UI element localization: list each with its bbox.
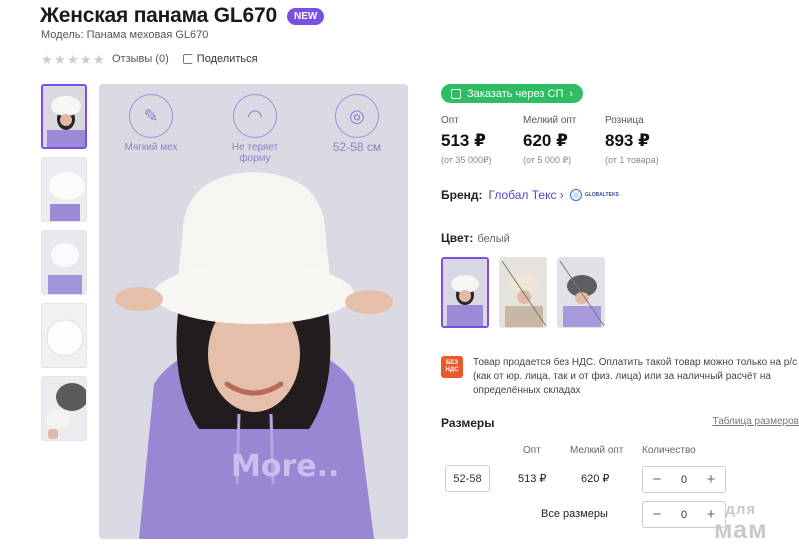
swatch-image [500, 258, 546, 327]
star-icon: ★ [67, 51, 79, 67]
price-value: 513 ₽ [441, 131, 486, 150]
feature-size: ◎ 52-58 см [327, 94, 387, 154]
brand-logo-text: GLOBALTEKS [584, 192, 619, 198]
size-price-opt: 513 ₽ [518, 473, 547, 485]
thumbnail-image [43, 86, 85, 147]
price-note: (от 5 000 ₽) [523, 155, 572, 165]
color-swatches [441, 257, 605, 328]
price-block: Опт 513 ₽ (от 35 000₽) Мелкий опт 620 ₽ … [441, 115, 687, 166]
title-row: Женская панама GL670 NEW [40, 4, 325, 28]
star-icon: ★ [93, 51, 105, 67]
order-button-label: Заказать через СП [467, 87, 564, 100]
brand-name: Глобал Текс [488, 188, 557, 202]
sizes-header: Размеры Таблица размеров [441, 416, 799, 430]
no-vat-icon: БЕЗ НДС [441, 356, 463, 378]
feature-label: Не теряет форму [231, 142, 279, 164]
swatch-image [443, 259, 487, 326]
swatch-image [558, 258, 604, 327]
thumbnail-list [41, 84, 87, 441]
size-chart-link[interactable]: Таблица размеров [713, 416, 799, 430]
star-icon: ★ [41, 51, 53, 67]
brand-logo: GLOBALTEKS [569, 188, 620, 202]
sizes-title: Размеры [441, 416, 495, 430]
thumbnail-5[interactable] [41, 376, 87, 441]
thumbnail-image [42, 377, 86, 440]
hoodie-text: More.. [231, 449, 340, 484]
color-label: Цвет: [441, 231, 474, 245]
tape-measure-icon: ◎ [335, 94, 379, 138]
swatch-gray[interactable] [557, 257, 605, 328]
thumbnail-image [42, 158, 86, 221]
color-value: белый [477, 233, 510, 245]
bag-icon [451, 88, 461, 99]
share-icon [182, 54, 193, 64]
watermark-logo: для мам [714, 500, 768, 544]
price-value: 893 ₽ [605, 131, 650, 150]
main-product-photo[interactable]: ✎ Мягкий мех ◠ Не теряет форму ◎ 52-58 с… [99, 84, 408, 539]
column-header-small-opt: Мелкий опт [570, 445, 624, 456]
price-value: 620 ₽ [523, 131, 568, 150]
column-header-quantity: Количество [642, 445, 696, 456]
plus-icon[interactable]: + [704, 471, 718, 488]
size-price-small-opt: 620 ₽ [581, 473, 610, 485]
price-label: Мелкий опт [523, 115, 577, 126]
hat-icon: ◠ [233, 94, 277, 138]
feature-soft-fur: ✎ Мягкий мех [121, 94, 181, 153]
star-icon: ★ [80, 51, 92, 67]
watermark-line2: мам [714, 516, 768, 544]
all-sizes-label: Все размеры [541, 508, 608, 520]
price-retail: Розница 893 ₽ (от 1 товара) [605, 115, 687, 166]
price-note: (от 1 товара) [605, 155, 659, 165]
price-note: (от 35 000₽) [441, 155, 492, 165]
brand-label: Бренд: [441, 188, 483, 202]
chevron-right-icon: › [569, 87, 574, 100]
order-via-sp-button[interactable]: Заказать через СП › [441, 84, 584, 103]
thumbnail-1[interactable] [41, 84, 87, 149]
rating-stars: ★ ★ ★ ★ ★ [41, 51, 105, 67]
brand-row: Бренд: Глобал Текс › GLOBALTEKS [441, 188, 620, 202]
thumbnail-2[interactable] [41, 157, 87, 222]
minus-icon[interactable]: − [650, 471, 664, 488]
price-opt: Опт 513 ₽ (от 35 000₽) [441, 115, 523, 166]
quantity-stepper: − 0 + [642, 466, 726, 493]
thumbnail-3[interactable] [41, 230, 87, 295]
vat-notice-text: Товар продается без НДС. Оплатить такой … [473, 357, 798, 396]
share-label: Поделиться [196, 53, 258, 65]
star-icon: ★ [54, 51, 66, 67]
quantity-value[interactable]: 0 [681, 474, 687, 486]
model-text: Модель: Панама меховая GL670 [41, 29, 209, 41]
feather-icon: ✎ [129, 94, 173, 138]
swatch-beige[interactable] [499, 257, 547, 328]
price-small-opt: Мелкий опт 620 ₽ (от 5 000 ₽) [523, 115, 605, 166]
column-header-opt: Опт [523, 445, 541, 456]
feature-label: Мягкий мех [124, 142, 178, 153]
color-row: Цвет: белый [441, 231, 510, 245]
feature-keeps-shape: ◠ Не теряет форму [225, 94, 285, 164]
price-label: Опт [441, 115, 459, 126]
reviews-link[interactable]: Отзывы (0) [112, 53, 169, 65]
thumbnail-image [42, 231, 86, 294]
thumbnail-4[interactable] [41, 303, 87, 368]
globe-icon [569, 189, 582, 201]
share-button[interactable]: Поделиться [182, 53, 258, 65]
page-title: Женская панама GL670 [40, 4, 277, 27]
size-chip[interactable]: 52-58 [445, 465, 490, 492]
rating-row: ★ ★ ★ ★ ★ Отзывы (0) Поделиться [41, 51, 258, 67]
brand-link[interactable]: Глобал Текс › [489, 188, 564, 202]
new-badge: NEW [287, 7, 325, 25]
feature-label: 52-58 см [332, 140, 382, 154]
quantity-value[interactable]: 0 [681, 509, 687, 521]
swatch-white[interactable] [441, 257, 489, 328]
vat-notice: БЕЗ НДС Товар продается без НДС. Оплатит… [441, 356, 799, 398]
thumbnail-image [42, 304, 86, 367]
minus-icon[interactable]: − [650, 506, 664, 523]
price-label: Розница [605, 115, 644, 126]
